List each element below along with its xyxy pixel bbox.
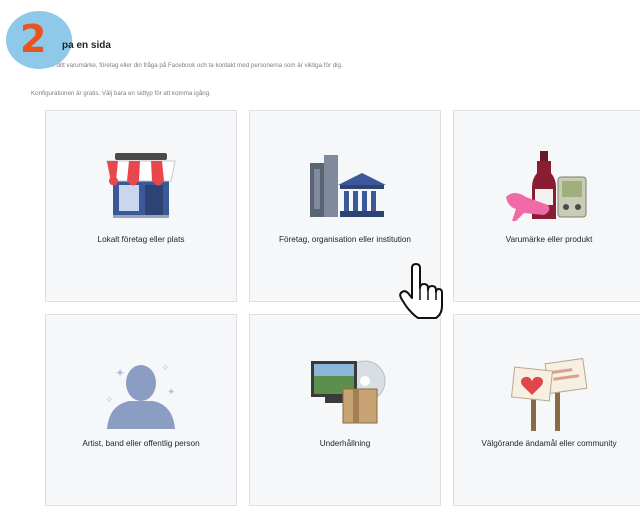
signs-icon [454,355,640,431]
building-icon [250,151,440,226]
category-label: Underhållning [319,439,371,448]
svg-text:✦: ✦ [115,366,125,380]
svg-text:✧: ✧ [161,363,169,374]
category-card-charity[interactable]: Välgörande ändamål eller community [453,314,640,506]
category-card-brand[interactable]: Varumärke eller produkt [453,110,640,302]
svg-text:✦: ✦ [167,387,175,398]
products-icon [454,151,640,226]
page-title: pa en sida [62,40,111,51]
storefront-icon [46,151,236,226]
category-label: Lokalt företag eller plats [97,235,185,244]
category-label: Företag, organisation eller institution [279,235,411,244]
person-icon: ✦ ✧ ✧ ✦ [46,355,236,430]
config-note: Konfigurationen är gratis. Välj bara en … [31,90,211,97]
category-card-artist[interactable]: ✦ ✧ ✧ ✦ Artist, band eller offentlig per… [45,314,237,506]
category-label: Varumärke eller produkt [505,235,593,244]
category-label: Artist, band eller offentlig person [82,439,200,448]
category-card-entertainment[interactable]: Underhållning [249,314,441,506]
svg-text:✧: ✧ [105,395,113,406]
category-label: Välgörande ändamål eller community [481,439,617,448]
intro-text: Lyft fram ditt varumärke, företag eller … [31,62,343,69]
category-card-local-business[interactable]: Lokalt företag eller plats [45,110,237,302]
entertainment-icon [250,355,440,430]
hand-cursor-icon [398,262,444,322]
step-number: 2 [20,17,47,61]
